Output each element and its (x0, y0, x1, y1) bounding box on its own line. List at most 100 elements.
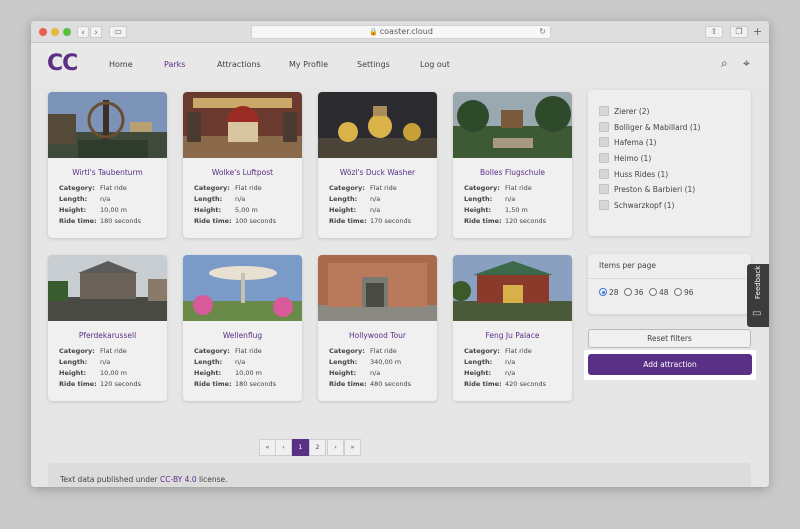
pagination-page-1[interactable]: 1 (292, 439, 309, 456)
address-text: coaster.cloud (379, 27, 433, 36)
attraction-card[interactable]: Feng Ju Palace Category: Flat ride Length… (453, 255, 572, 401)
manufacturer-label: Zierer (2) (614, 107, 650, 116)
spec-value: Flat ride (235, 347, 262, 355)
items-per-page-title: Items per page (599, 261, 656, 270)
reset-filters-button[interactable]: Reset filters (588, 329, 751, 348)
attraction-specs: Category: Flat ride Length: n/a Height: 10,… (59, 183, 164, 227)
divider (588, 278, 751, 279)
checkbox[interactable] (599, 153, 609, 163)
option-label: 36 (634, 288, 644, 297)
attraction-specs: Category: Flat ride Length: n/a Height: 10,… (194, 346, 299, 390)
checkbox[interactable] (599, 184, 609, 194)
reload-icon[interactable]: ↻ (539, 26, 546, 38)
share-icon[interactable]: ⇪ (705, 26, 723, 38)
spec-label: Ride time: (194, 380, 232, 388)
attraction-title[interactable]: Wolke's Luftpost (183, 168, 302, 177)
attraction-photo (48, 255, 167, 321)
logo[interactable]: CC (47, 51, 78, 76)
checkbox[interactable] (599, 106, 609, 116)
radio[interactable] (674, 288, 682, 296)
pagination-page-2[interactable]: 2 (309, 439, 326, 456)
minimize-window-button[interactable] (51, 28, 59, 36)
spec-value: 5,00 m (235, 206, 258, 214)
attraction-title[interactable]: Wirtl's Taubenturm (48, 168, 167, 177)
forward-icon[interactable]: › (90, 26, 102, 38)
attraction-card[interactable]: Wözl's Duck Washer Category: Flat ride Le… (318, 92, 437, 238)
search-icon[interactable]: ⌕ (721, 56, 728, 71)
nav-home[interactable]: Home (109, 60, 133, 69)
tabs-overview-icon[interactable]: ❐ (730, 26, 748, 38)
add-attraction-button[interactable]: Add attraction (588, 354, 752, 375)
spec-label: Category: (194, 347, 230, 355)
radio-selected[interactable] (599, 288, 607, 296)
attraction-title[interactable]: Wellenflug (183, 331, 302, 340)
feedback-tab[interactable]: Feedback ▭ (747, 264, 769, 327)
attraction-photo (183, 92, 302, 158)
attraction-card[interactable]: Wirtl's Taubenturm Category: Flat ride Le… (48, 92, 167, 238)
nav-parks[interactable]: Parks (164, 60, 185, 69)
attraction-title[interactable]: Bolles Flugschule (453, 168, 572, 177)
spec-label: Ride time: (194, 217, 232, 225)
items-per-page-option-28[interactable]: 28 (599, 288, 619, 297)
attraction-card[interactable]: Bolles Flugschule Category: Flat ride Len… (453, 92, 572, 238)
close-window-button[interactable] (39, 28, 47, 36)
footer-prefix: Text data published under (60, 475, 161, 484)
nav-settings[interactable]: Settings (357, 60, 390, 69)
checkbox[interactable] (599, 200, 609, 210)
browser-window: ‹ › ▭ 🔒 coaster.cloud ↻ ⇪ ❐ + CC Home Par… (31, 21, 769, 487)
manufacturer-label: Bolliger & Mabillard (1) (614, 123, 701, 132)
items-per-page-option-48[interactable]: 48 (649, 288, 669, 297)
attraction-title[interactable]: Pferdekarussell (48, 331, 167, 340)
spec-label: Ride time: (329, 380, 367, 388)
spec-label: Category: (464, 347, 500, 355)
spec-value: n/a (505, 195, 516, 203)
sidebar-toggle-icon[interactable]: ▭ (109, 26, 127, 38)
crosshair-icon[interactable]: ⌖ (743, 56, 750, 71)
spec-label: Category: (59, 184, 95, 192)
radio[interactable] (649, 288, 657, 296)
attraction-title[interactable]: Wözl's Duck Washer (318, 168, 437, 177)
nav-log-out[interactable]: Log out (420, 60, 450, 69)
attraction-title[interactable]: Hollywood Tour (318, 331, 437, 340)
pagination-first[interactable]: « (259, 439, 276, 456)
new-tab-icon[interactable]: + (753, 25, 762, 38)
attraction-card[interactable]: Wolke's Luftpost Category: Flat ride Leng… (183, 92, 302, 238)
spec-value: 120 seconds (505, 217, 547, 225)
spec-value: 180 seconds (235, 380, 277, 388)
attraction-card[interactable]: Pferdekarussell Category: Flat ride Lengt… (48, 255, 167, 401)
back-icon[interactable]: ‹ (77, 26, 89, 38)
manufacturer-label: Heimo (1) (614, 154, 652, 163)
spec-value: 10,00 m (100, 369, 128, 377)
nav-attractions[interactable]: Attractions (217, 60, 261, 69)
items-per-page-option-96[interactable]: 96 (674, 288, 694, 297)
option-label: 96 (684, 288, 694, 297)
checkbox[interactable] (599, 169, 609, 179)
pagination-last[interactable]: » (344, 439, 361, 456)
attraction-card[interactable]: Wellenflug Category: Flat ride Length: n/a… (183, 255, 302, 401)
spec-value: 120 seconds (100, 380, 142, 388)
spec-label: Height: (194, 369, 222, 377)
pagination-prev[interactable]: ‹ (275, 439, 292, 456)
pagination-next[interactable]: › (327, 439, 344, 456)
spec-label: Ride time: (59, 380, 97, 388)
address-bar[interactable]: 🔒 coaster.cloud ↻ (251, 25, 551, 39)
spec-label: Height: (464, 369, 492, 377)
zoom-window-button[interactable] (63, 28, 71, 36)
items-per-page-option-36[interactable]: 36 (624, 288, 644, 297)
attraction-title[interactable]: Feng Ju Palace (453, 331, 572, 340)
spec-label: Height: (464, 206, 492, 214)
radio[interactable] (624, 288, 632, 296)
spec-label: Category: (329, 347, 365, 355)
checkbox[interactable] (599, 122, 609, 132)
spec-value: 10,00 m (100, 206, 128, 214)
spec-value: 10,00 m (235, 369, 263, 377)
spec-label: Length: (194, 358, 223, 366)
spec-value: n/a (505, 369, 516, 377)
nav-my-profile[interactable]: My Profile (289, 60, 328, 69)
attraction-card[interactable]: Hollywood Tour Category: Flat ride Length… (318, 255, 437, 401)
checkbox[interactable] (599, 137, 609, 147)
license-link[interactable]: CC-BY 4.0 (160, 475, 197, 484)
attraction-photo (318, 92, 437, 158)
site-header: CC Home Parks Attractions My Profile Set… (31, 43, 769, 87)
spec-label: Length: (464, 195, 493, 203)
